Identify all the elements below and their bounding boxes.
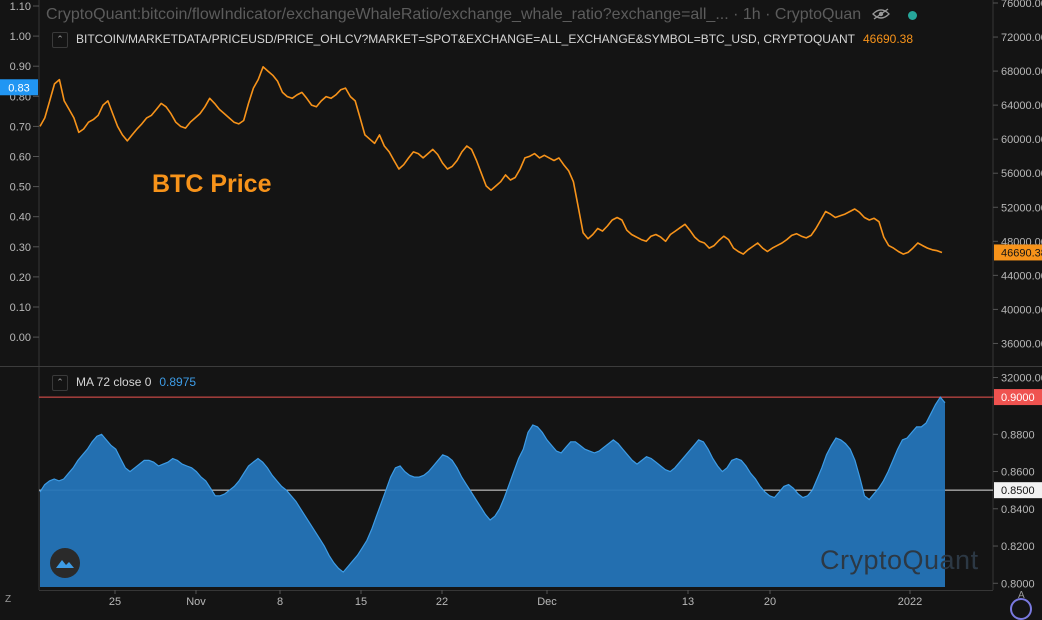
left-tick-label: 0.30	[10, 242, 31, 254]
x-tick-label: 20	[764, 596, 776, 608]
left-tick-label: 0.00	[10, 332, 31, 344]
left-tick-label: 0.90	[10, 61, 31, 73]
watermark: CryptoQuant	[820, 545, 979, 575]
left-tick-label: 0.40	[10, 212, 31, 224]
indicator-legend: ⌃ MA 72 close 0 0.8975	[52, 375, 196, 391]
right-tick-label: 72000.00	[1001, 32, 1042, 44]
left-tick-label: 0.50	[10, 182, 31, 194]
left-tick-label: 0.10	[10, 302, 31, 314]
x-tick-label: Dec	[537, 596, 557, 608]
right-tick-label: 36000.00	[1001, 338, 1042, 350]
btc-price-annotation: BTC Price	[152, 170, 272, 198]
tradingview-logo-icon	[1010, 598, 1032, 620]
price-current-label: 46690.38	[1001, 247, 1042, 259]
z-button[interactable]: Z	[5, 594, 11, 605]
x-tick-label: Nov	[186, 596, 206, 608]
chart-title: CryptoQuant:bitcoin/flowIndicator/exchan…	[46, 6, 862, 23]
left-tick-label: 1.10	[10, 1, 31, 13]
right-tick-label: 56000.00	[1001, 168, 1042, 180]
right-tick-label: 0.8400	[1001, 504, 1035, 516]
left-tick-label: 0.60	[10, 152, 31, 164]
x-tick-label: 25	[109, 596, 121, 608]
chart-canvas: 1.101.000.900.800.700.600.500.400.300.20…	[0, 0, 1042, 610]
collapse-icon[interactable]: ⌃	[52, 375, 68, 391]
right-tick-label: 0.8600	[1001, 467, 1035, 479]
right-tick-label: 0.8800	[1001, 429, 1035, 441]
series-legend: ⌃ BITCOIN/MARKETDATA/PRICEUSD/PRICE_OHLCV…	[52, 32, 913, 48]
right-tick-label: 44000.00	[1001, 270, 1042, 282]
red-level-label: 0.9000	[1001, 392, 1035, 404]
right-tick-label: 60000.00	[1001, 134, 1042, 146]
right-tick-label: 68000.00	[1001, 66, 1042, 78]
right-tick-label: 32000.00	[1001, 372, 1042, 384]
collapse-icon[interactable]: ⌃	[52, 32, 68, 48]
right-tick-label: 0.8200	[1001, 541, 1035, 553]
indicator-value: 0.8975	[159, 375, 197, 390]
x-tick-label: 22	[436, 596, 448, 608]
right-tick-label: 76000.00	[1001, 0, 1042, 10]
indicator-label: MA 72 close 0	[76, 375, 152, 390]
right-tick-label: 0.8000	[1001, 578, 1035, 590]
cryptoquant-logo-icon	[50, 548, 80, 578]
left-tick-label: 0.70	[10, 121, 31, 133]
x-tick-label: 13	[682, 596, 694, 608]
series-value: 46690.38	[862, 32, 914, 47]
right-tick-label: 52000.00	[1001, 202, 1042, 214]
left-tick-label: 1.00	[10, 31, 31, 43]
x-tick-label: 2022	[898, 596, 922, 608]
x-tick-label: 8	[277, 596, 283, 608]
left-current-label: 0.83	[8, 82, 29, 94]
right-tick-label: 64000.00	[1001, 100, 1042, 112]
left-tick-label: 0.20	[10, 272, 31, 284]
eye-icon[interactable]	[872, 8, 890, 20]
white-level-label: 0.8500	[1001, 485, 1035, 497]
status-dot-icon	[908, 11, 917, 20]
x-tick-label: 15	[355, 596, 367, 608]
right-tick-label: 40000.00	[1001, 304, 1042, 316]
series-label: BITCOIN/MARKETDATA/PRICEUSD/PRICE_OHLCV?…	[76, 32, 855, 47]
